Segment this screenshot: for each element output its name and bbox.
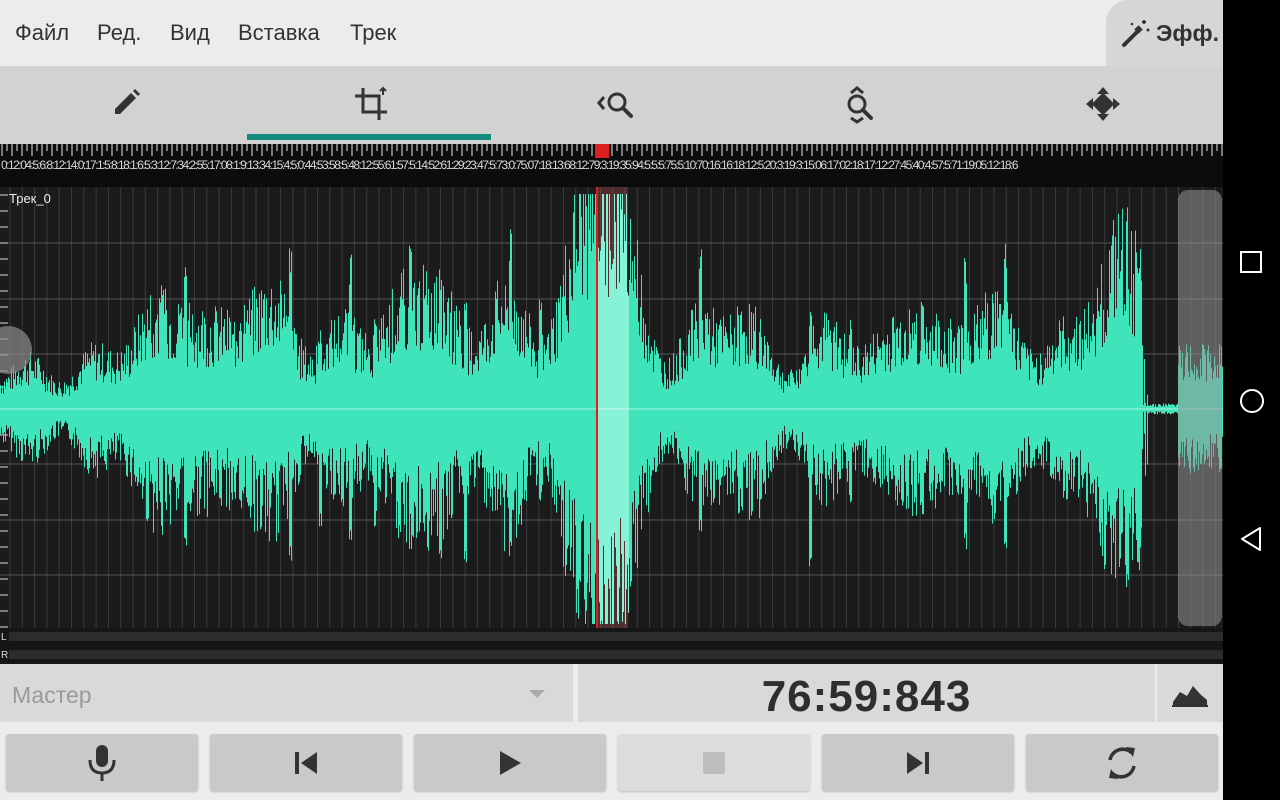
record-button[interactable]	[6, 734, 198, 791]
meter-left-label: L	[1, 632, 7, 643]
meter-right	[9, 650, 1223, 659]
level-meters: L R	[0, 628, 1223, 664]
loop-button[interactable]	[1026, 734, 1218, 791]
effects-menu-button[interactable]: Эфф.	[1106, 0, 1223, 66]
time-ruler[interactable]: 0:12:04:5:6:8:12:14:0:17:1:5:8:18:1:6:5:…	[0, 144, 1223, 187]
system-navigation-bar	[1223, 0, 1280, 800]
tool-crop[interactable]	[247, 66, 491, 144]
menu-insert[interactable]: Вставка	[238, 20, 320, 46]
crop-icon	[355, 86, 387, 120]
skip-forward-icon	[907, 751, 929, 774]
playhead-marker	[595, 144, 609, 158]
tool-zoom-vertical[interactable]	[735, 66, 979, 144]
move-icon	[1086, 87, 1120, 121]
menu-file[interactable]: Файл	[15, 20, 69, 46]
skip-back-icon	[295, 751, 317, 774]
tool-pencil[interactable]	[3, 66, 247, 144]
magic-wand-icon	[1122, 20, 1150, 47]
effects-label: Эфф.	[1156, 20, 1220, 46]
spectrum-icon	[1172, 686, 1208, 707]
skip-forward-button[interactable]	[822, 734, 1014, 791]
home-icon[interactable]	[1239, 388, 1265, 414]
spectrum-button[interactable]	[1157, 664, 1223, 722]
recent-apps-icon[interactable]	[1239, 250, 1263, 274]
meter-right-label: R	[1, 650, 9, 661]
ruler-labels: 0:12:04:5:6:8:12:14:0:17:1:5:8:18:1:6:5:…	[1, 158, 1019, 172]
tool-bar	[0, 66, 1223, 144]
track-name: Трек_0	[9, 191, 51, 206]
mixer-select[interactable]: Мастер	[0, 664, 573, 722]
play-icon	[500, 750, 521, 775]
dropdown-arrow-icon	[529, 690, 545, 698]
tool-move[interactable]	[979, 66, 1223, 144]
zoom-vertical-icon	[847, 86, 873, 124]
menu-track[interactable]: Трек	[350, 20, 396, 46]
loop-icon	[1108, 746, 1136, 779]
menu-bar: Файл Ред. Вид Вставка Трек Эфф.	[0, 0, 1223, 66]
time-display: 76:59:843	[578, 664, 1155, 722]
waveform-area[interactable]	[0, 187, 1223, 628]
meter-left	[9, 632, 1223, 641]
back-icon[interactable]	[1239, 526, 1263, 552]
waveform	[0, 187, 1223, 628]
stop-button[interactable]	[618, 734, 810, 791]
microphone-icon	[88, 744, 116, 781]
mixer-select-value: Мастер	[12, 682, 92, 708]
audio-editor-app: Файл Ред. Вид Вставка Трек Эфф. 0:12:04:…	[0, 0, 1223, 800]
tool-zoom-horizontal[interactable]	[491, 66, 735, 144]
menu-edit[interactable]: Ред.	[97, 20, 141, 46]
pencil-icon	[115, 89, 140, 114]
skip-back-button[interactable]	[210, 734, 402, 791]
zoom-horizontal-icon	[597, 92, 633, 118]
current-time: 76:59:843	[761, 672, 972, 721]
active-tool-indicator	[247, 134, 491, 140]
vertical-scroll-handle[interactable]	[1178, 190, 1222, 626]
play-button[interactable]	[414, 734, 606, 791]
stop-icon	[703, 751, 725, 774]
menu-view[interactable]: Вид	[170, 20, 210, 46]
